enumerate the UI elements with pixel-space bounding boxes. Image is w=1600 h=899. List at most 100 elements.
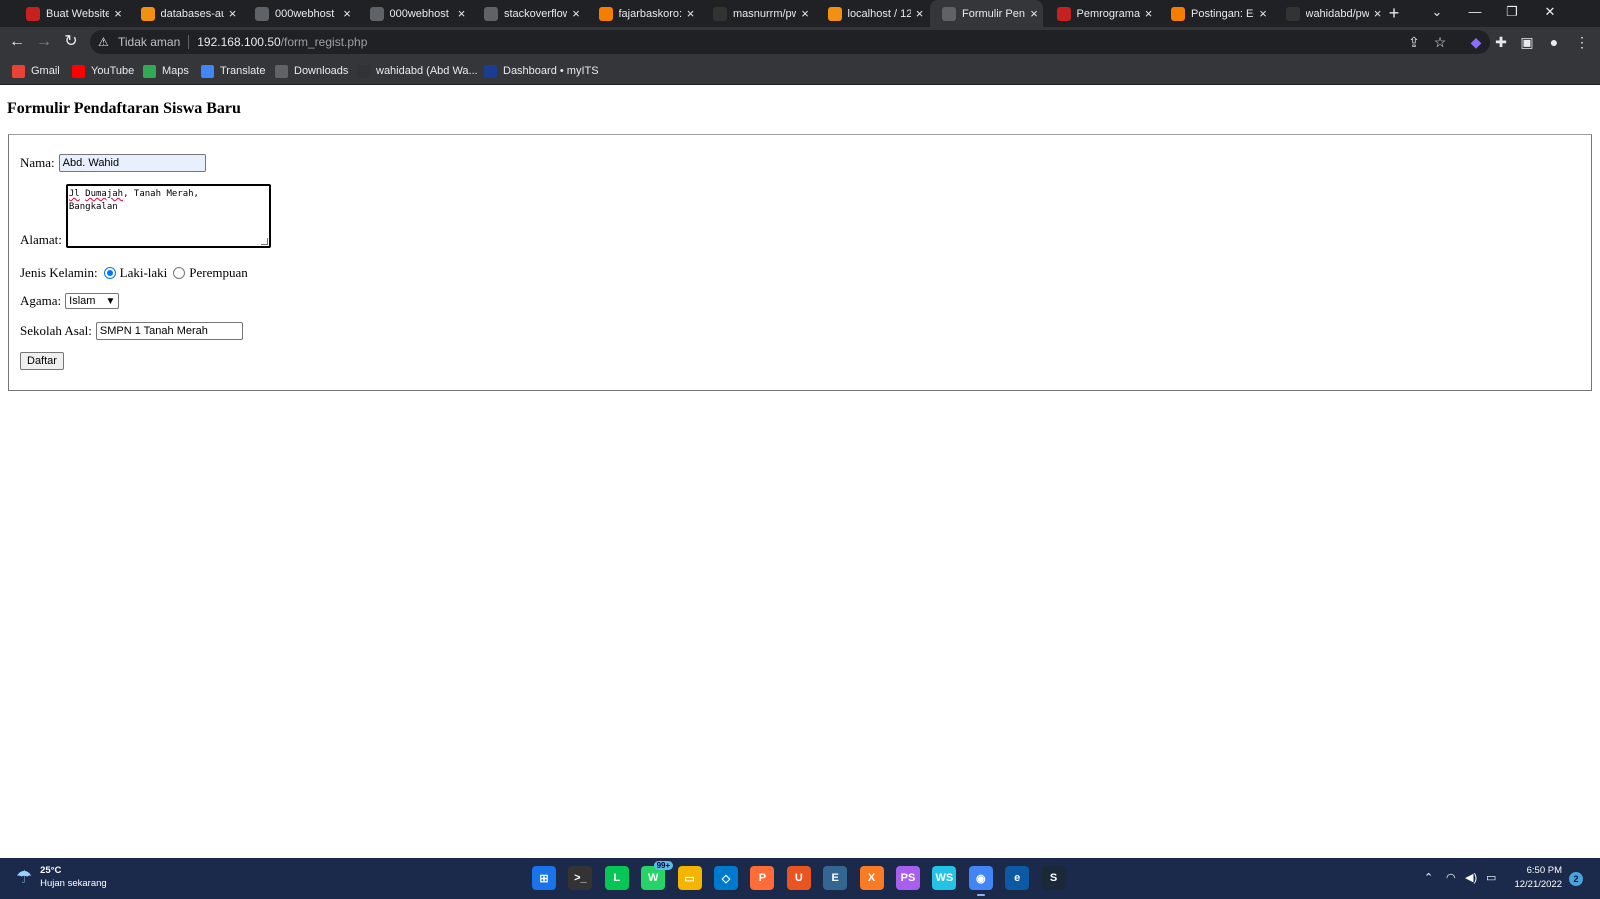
tab-favicon: site-icon — [1056, 6, 1071, 21]
tab-label: stackoverflow — [504, 7, 567, 20]
agama-select[interactable]: Islam ▼ — [65, 293, 120, 309]
steam-icon[interactable]: S — [1041, 866, 1066, 890]
chevron-up-icon[interactable]: ⌃ — [1424, 871, 1433, 884]
tab-strip: website-builder-iconBuat Website×phpmyad… — [0, 0, 1600, 27]
back-button[interactable]: ← — [6, 32, 28, 52]
bookmark-4[interactable]: Translate — [201, 63, 265, 79]
textarea-resize-handle[interactable] — [260, 238, 268, 245]
close-icon[interactable]: × — [224, 6, 242, 21]
wifi-icon[interactable]: ◠ — [1446, 871, 1456, 884]
tab-3[interactable]: globe-icon 000webhost× — [243, 0, 356, 27]
tab-search-icon[interactable]: ⌄ — [1422, 2, 1452, 22]
tab-6[interactable]: blogger-icon fajarbaskoro:× — [587, 0, 700, 27]
restore-button[interactable]: ❐ — [1497, 2, 1527, 22]
menu-kebab-icon[interactable]: ⋮ — [1572, 32, 1592, 52]
app-glyph: PS — [900, 872, 916, 884]
download-icon — [275, 64, 288, 78]
url-host[interactable]: 192.168.100.50 — [197, 35, 280, 49]
postman-icon[interactable]: P — [750, 866, 775, 890]
side-panel-icon[interactable]: ▣ — [1517, 32, 1537, 52]
alamat-textarea[interactable]: Jl Dumajah, Tanah Merah, Bangkalan — [65, 184, 271, 248]
tab-favicon: globe-icon — [255, 6, 269, 21]
close-icon[interactable]: × — [1140, 6, 1158, 21]
bookmark-7[interactable]: Dashboard • myITS — [484, 63, 599, 79]
bookmark-label: Translate — [220, 65, 266, 77]
file-explorer-icon[interactable]: ▭ — [677, 866, 702, 890]
close-icon[interactable]: × — [567, 6, 585, 21]
tab-favicon: blogger-icon — [1171, 6, 1185, 21]
vscode-icon[interactable]: ◇ — [714, 866, 738, 890]
tab-favicon: globe-icon — [369, 6, 384, 21]
line-icon[interactable]: L — [604, 866, 629, 890]
tab-5[interactable]: globe-icon stackoverflow× — [472, 0, 585, 27]
weather-widget[interactable]: ☂ 25°C Hujan sekarang — [16, 864, 107, 890]
battery-icon[interactable]: ▭ — [1486, 871, 1496, 884]
chrome-icon[interactable]: ◉ — [968, 866, 993, 896]
sekolah-input[interactable]: SMPN 1 Tanah Merah — [95, 322, 243, 340]
postgresql-icon[interactable]: E — [823, 866, 848, 890]
close-icon[interactable]: × — [682, 6, 700, 21]
gender-option-perempuan[interactable]: Perempuan — [189, 265, 247, 281]
github-icon — [357, 64, 370, 78]
profile-avatar[interactable]: ● — [1544, 32, 1564, 52]
extension-badge-icon[interactable]: ◆ — [1466, 32, 1486, 52]
close-icon[interactable]: × — [796, 6, 814, 21]
close-icon[interactable]: × — [1025, 6, 1043, 21]
share-icon[interactable]: ⇪ — [1404, 32, 1424, 52]
terminal-icon[interactable]: >_ — [568, 866, 593, 890]
security-label[interactable]: Tidak aman — [118, 35, 180, 49]
tab-9[interactable]: globe-icon Formulir Pend× — [930, 0, 1043, 27]
gender-radio-laki-laki[interactable] — [103, 267, 116, 279]
bookmark-1[interactable]: Gmail — [12, 63, 60, 79]
whatsapp-icon[interactable]: W 99+ — [641, 861, 674, 890]
bookmark-2[interactable]: YouTube — [72, 63, 134, 79]
close-icon[interactable]: × — [911, 6, 929, 21]
agama-row: Agama: Islam ▼ — [20, 293, 120, 309]
gender-radio-perempuan[interactable] — [173, 267, 186, 279]
app-glyph: L — [613, 872, 621, 884]
close-icon[interactable]: × — [338, 6, 356, 21]
close-icon[interactable]: × — [453, 6, 471, 21]
nama-input[interactable]: Abd. Wahid — [58, 154, 206, 172]
tab-10[interactable]: site-icon Pemrograman× — [1045, 0, 1158, 27]
close-icon[interactable]: × — [109, 6, 127, 21]
close-window-button[interactable]: ✕ — [1535, 2, 1565, 22]
system-clock[interactable]: 6:50 PM 12/21/2022 — [1500, 864, 1562, 892]
close-icon[interactable]: × — [1254, 6, 1272, 21]
tab-7[interactable]: github-icon masnurrm/pw× — [701, 0, 814, 27]
volume-icon[interactable]: ◀) — [1465, 871, 1477, 884]
tab-label: fajarbaskoro: — [618, 7, 682, 20]
reload-button[interactable]: ↻ — [60, 32, 82, 52]
tab-8[interactable]: phpmyadmin-icon localhost / 12× — [816, 0, 929, 27]
tab-favicon: github-icon — [1285, 6, 1300, 21]
not-secure-warning-icon[interactable]: ⚠ — [98, 35, 114, 49]
extensions-puzzle-icon[interactable]: ✚ — [1491, 32, 1511, 52]
gender-option-laki-laki[interactable]: Laki-laki — [120, 265, 168, 281]
windows-start-icon[interactable]: ⊞ — [532, 866, 556, 890]
bookmark-6[interactable]: wahidabd (Abd Wa... — [357, 63, 478, 79]
minimize-button[interactable]: — — [1460, 2, 1490, 22]
address-bar[interactable]: ⚠ Tidak aman 192.168.100.50 /form_regist… — [90, 30, 1490, 54]
new-tab-button[interactable]: + — [1384, 3, 1404, 23]
bookmark-star-icon[interactable]: ☆ — [1430, 32, 1450, 52]
bookmark-5[interactable]: Downloads — [275, 63, 348, 79]
alamat-line-1-rest: , Tanah Merah, — [123, 189, 199, 199]
bookmark-3[interactable]: Maps — [143, 63, 189, 79]
notification-badge[interactable]: 2 — [1569, 872, 1583, 886]
tab-1[interactable]: website-builder-icon Buat Website× — [14, 0, 127, 27]
weather-description: Hujan sekarang — [40, 878, 107, 889]
page-content: Formulir Pendaftaran Siswa Baru Nama: Ab… — [0, 85, 1600, 858]
webstorm-icon[interactable]: WS — [932, 866, 957, 890]
ubuntu-icon[interactable]: U — [786, 866, 811, 890]
edge-icon[interactable]: e — [1005, 866, 1030, 890]
tab-12[interactable]: github-iconwahidabd/pw× — [1274, 0, 1387, 27]
daftar-button[interactable]: Daftar — [20, 352, 64, 370]
phpstorm-icon[interactable]: PS — [896, 866, 920, 890]
browser-toolbar: ← → ↻ ⚠ Tidak aman 192.168.100.50 /form_… — [0, 27, 1600, 57]
tab-2[interactable]: phpmyadmin-icon databases-au× — [129, 0, 242, 27]
tab-4[interactable]: globe-icon 000webhost × — [358, 0, 471, 27]
tab-11[interactable]: blogger-icon Postingan: Ed× — [1159, 0, 1272, 27]
forward-button[interactable]: → — [33, 32, 55, 52]
xampp-icon[interactable]: X — [859, 866, 884, 890]
url-path[interactable]: /form_regist.php — [281, 35, 368, 49]
